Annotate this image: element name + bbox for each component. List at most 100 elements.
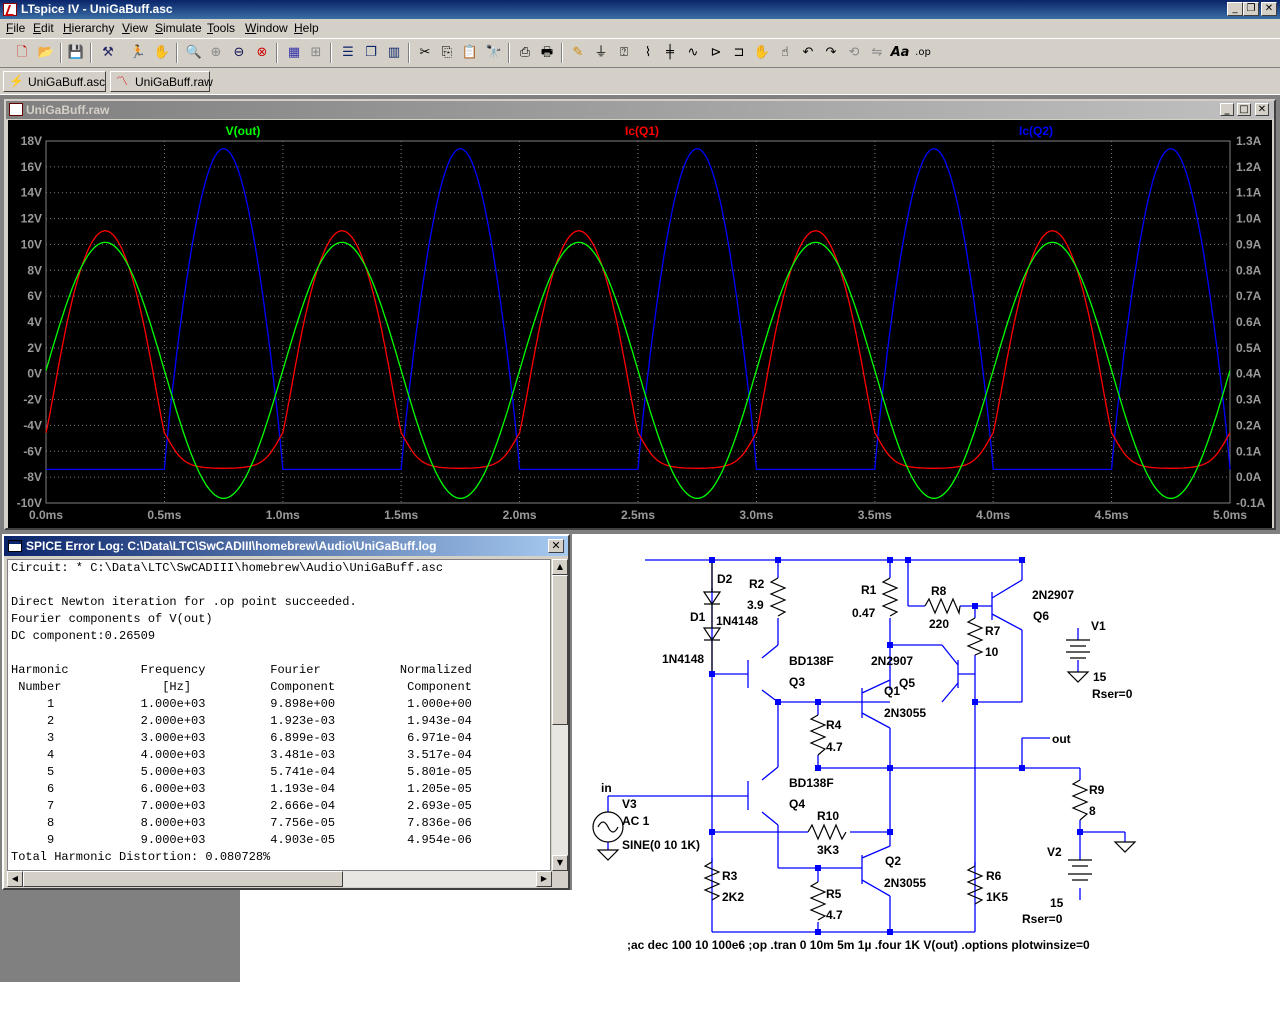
close-button[interactable]: ✕ <box>1261 2 1277 16</box>
x-tick-label: 2.5ms <box>621 508 655 522</box>
zoom-out-icon[interactable]: ⊖ <box>229 43 249 63</box>
scroll-down-icon[interactable]: ▼ <box>552 855 568 871</box>
spice-directives[interactable]: ;ac dec 100 10 100e6 ;op .tran 0 10m 5m … <box>627 938 1090 952</box>
find-icon[interactable]: 🔭 <box>484 43 504 63</box>
diode-icon[interactable]: ⊳ <box>706 43 726 63</box>
resistor-r2[interactable] <box>769 577 787 617</box>
label-q3-model: BD138F <box>789 654 834 668</box>
log-close-button[interactable]: ✕ <box>548 539 564 553</box>
waveform-plot[interactable]: 0.0ms 0.5ms 1.0ms 1.5ms 2.0ms 2.5ms 3.0ms 3.5ms… <box>8 120 1272 528</box>
label-q4-model: BD138F <box>789 776 834 790</box>
save-icon[interactable]: 💾 <box>66 43 86 63</box>
toolbar-separator <box>276 43 278 63</box>
waveform-svg[interactable]: 0.0ms 0.5ms 1.0ms 1.5ms 2.0ms 2.5ms 3.0ms 3.5ms… <box>8 120 1272 528</box>
menu-file[interactable]: File <box>6 21 25 35</box>
paste-icon[interactable]: 📋 <box>460 43 480 63</box>
log-titlebar[interactable]: SPICE Error Log: C:\Data\LTC\SwCADIII\ho… <box>4 536 568 556</box>
control-panel-icon[interactable]: ⚒ <box>98 43 118 63</box>
undo-icon[interactable]: ↶ <box>798 43 818 63</box>
print-icon[interactable]: 🖶 <box>537 43 557 63</box>
resistor-r5[interactable] <box>809 881 827 921</box>
inductor-icon[interactable]: ∿ <box>683 43 703 63</box>
minimize-button[interactable]: _ <box>1227 2 1243 16</box>
spice-directive-icon[interactable]: .op <box>913 43 933 63</box>
schematic-svg[interactable]: D2 D1 1N4148 1N4148 R2 3.9 R1 0.47 R8 22… <box>572 534 1280 1024</box>
label-v3: V3 <box>622 797 637 811</box>
y-right-tick-label: 1.1A <box>1236 186 1262 200</box>
print-setup-icon[interactable]: ⎙ <box>515 43 535 63</box>
waveform-minimize-button[interactable]: _ <box>1220 103 1234 116</box>
mirror-icon[interactable]: ⇋ <box>867 43 887 63</box>
zoom-pan-icon[interactable]: ⊕ <box>206 43 226 63</box>
label-r9: R9 <box>1089 783 1105 797</box>
log-text-area[interactable]: Circuit: * C:\Data\LTC\SwCADIII\homebrew… <box>7 559 551 871</box>
resistor-icon[interactable]: ⌇ <box>638 43 658 63</box>
label-net-icon[interactable]: ⍰ <box>614 43 634 63</box>
drag-icon[interactable]: ☝ <box>775 43 795 63</box>
toolbar-separator <box>561 43 563 63</box>
tab-label: UniGaBuff.asc <box>28 75 106 89</box>
text-icon[interactable]: Aa <box>890 43 910 63</box>
zoom-in-icon[interactable]: 🔍 <box>184 43 204 63</box>
scroll-right-icon[interactable]: ▶ <box>536 871 552 887</box>
menu-simulate[interactable]: Simulate <box>155 21 202 35</box>
copy-icon[interactable]: ⎘ <box>437 43 457 63</box>
x-tick-label: 1.0ms <box>266 508 300 522</box>
waveform-titlebar[interactable]: UniGaBuff.raw _ □ ✕ <box>6 101 1274 119</box>
resistor-r8[interactable] <box>924 597 961 616</box>
waveform-maximize-button[interactable]: □ <box>1237 103 1251 116</box>
label-r6: R6 <box>986 869 1002 883</box>
battery-v1[interactable] <box>1066 639 1090 659</box>
y-left-tick-label: 2V <box>27 341 42 355</box>
ground-icon[interactable]: ⏚ <box>591 43 611 63</box>
menu-tools[interactable]: Tools <box>207 21 235 35</box>
restore-button[interactable]: ❐ <box>1243 2 1259 16</box>
halt-icon[interactable]: ✋ <box>152 43 172 63</box>
open-icon[interactable]: 📂 <box>36 43 56 63</box>
menu-hierarchy[interactable]: Hierarchy <box>63 21 114 35</box>
tile-horizontal-icon[interactable]: ☰ <box>338 43 358 63</box>
toolbar-separator <box>408 43 410 63</box>
scroll-up-icon[interactable]: ▲ <box>552 559 568 575</box>
resistor-r4[interactable] <box>809 714 827 756</box>
ltspice-logo-icon[interactable] <box>3 3 17 16</box>
scroll-thumb[interactable] <box>552 575 568 725</box>
scroll-left-icon[interactable]: ◀ <box>7 871 23 887</box>
wire-icon[interactable]: ✎ <box>568 43 588 63</box>
autorange-icon[interactable]: ▦ <box>284 43 304 63</box>
capacitor-icon[interactable]: ╪ <box>660 43 680 63</box>
cascade-icon[interactable]: ❐ <box>361 43 381 63</box>
grid-icon[interactable]: ⊞ <box>306 43 326 63</box>
tile-vertical-icon[interactable]: ▥ <box>384 43 404 63</box>
y-right-tick-label: 0.8A <box>1236 263 1262 277</box>
menu-help[interactable]: Help <box>294 21 319 35</box>
run-icon[interactable]: 🏃 <box>128 43 148 63</box>
zoom-fit-icon[interactable]: ⊗ <box>252 43 272 63</box>
scroll-thumb[interactable] <box>23 871 343 887</box>
menu-edit[interactable]: Edit <box>33 21 54 35</box>
waveform-close-button[interactable]: ✕ <box>1255 103 1269 116</box>
schematic-editor[interactable]: D2 D1 1N4148 1N4148 R2 3.9 R1 0.47 R8 22… <box>572 534 1280 1024</box>
cut-icon[interactable]: ✂ <box>415 43 435 63</box>
menu-window[interactable]: Window <box>245 21 288 35</box>
battery-v2[interactable] <box>1068 859 1092 881</box>
resistor-r10[interactable] <box>807 823 847 841</box>
menu-view[interactable]: View <box>122 21 148 35</box>
new-schematic-icon[interactable]: 🗋 <box>12 43 32 63</box>
log-horizontal-scrollbar[interactable]: ◀ ▶ <box>7 871 552 887</box>
log-vertical-scrollbar[interactable]: ▲ ▼ <box>552 559 568 871</box>
resistor-r1[interactable] <box>881 577 899 617</box>
resistor-r9[interactable] <box>1071 779 1089 821</box>
move-icon[interactable]: ✋ <box>752 43 772 63</box>
tab-unigabuff-asc[interactable]: ⚡ UniGaBuff.asc <box>3 71 106 92</box>
title-bar: LTspice IV - UniGaBuff.asc _ ❐ ✕ <box>0 0 1280 19</box>
redo-icon[interactable]: ↷ <box>821 43 841 63</box>
y-left-tick-label: 14V <box>21 186 42 200</box>
tab-unigabuff-raw[interactable]: 〽 UniGaBuff.raw <box>110 71 213 92</box>
component-icon[interactable]: ⊐ <box>729 43 749 63</box>
label-r6-value: 1K5 <box>986 890 1008 904</box>
rotate-icon[interactable]: ⟲ <box>844 43 864 63</box>
label-r8: R8 <box>931 584 947 598</box>
resistor-r7[interactable] <box>966 617 984 656</box>
